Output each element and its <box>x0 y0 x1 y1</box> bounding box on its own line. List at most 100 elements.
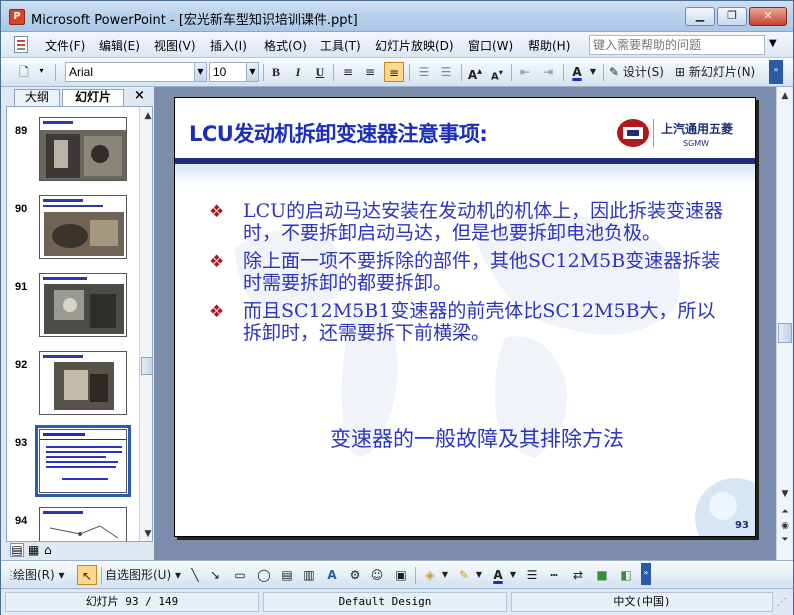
line-icon[interactable]: ╲ <box>187 565 203 585</box>
bullets-icon[interactable]: ☰ <box>437 62 455 82</box>
picture-icon[interactable]: ▣ <box>393 565 409 585</box>
shadow-icon[interactable]: ■ <box>593 565 611 585</box>
toolbar-options-icon[interactable]: » <box>641 563 651 585</box>
italic-button[interactable]: I <box>289 62 307 82</box>
decrease-font-icon[interactable]: A▾ <box>488 62 506 82</box>
slide-thumbnail-item[interactable]: 94 <box>11 505 131 541</box>
slideshow-icon[interactable]: ⌂ <box>44 543 52 557</box>
menu-format[interactable]: 格式(O) <box>264 37 307 54</box>
scroll-down-icon[interactable]: ▼ <box>778 487 792 501</box>
font-name-dropdown[interactable]: ▼ <box>194 62 207 82</box>
scroll-up-icon[interactable]: ▲ <box>141 109 152 123</box>
dash-style-icon[interactable]: ┅ <box>545 565 563 585</box>
slide-thumbnail-item[interactable]: 91 <box>11 271 131 339</box>
font-color-icon[interactable]: A <box>489 565 507 585</box>
slide-nav-icon[interactable]: ◉ <box>778 519 792 533</box>
menu-view[interactable]: 视图(V) <box>154 37 196 54</box>
scrollbar-thumb[interactable] <box>778 323 792 343</box>
slide-thumbnail-item[interactable]: 93 <box>11 425 131 497</box>
slide-thumbnail-item[interactable]: 92 <box>11 349 131 417</box>
autoshapes-button[interactable]: 自选图形(U) ▾ <box>105 565 183 585</box>
increase-indent-icon[interactable]: ⇥ <box>539 62 557 82</box>
underline-button[interactable]: U <box>311 62 329 82</box>
bullet-list[interactable]: ❖ LCU的启动马达安装在发动机的机体上，因此拆装变速器时，不要拆卸启动马达，但… <box>209 200 729 350</box>
slide-thumbnail[interactable] <box>39 117 127 181</box>
tab-outline[interactable]: 大纲 <box>14 89 60 106</box>
powerpoint-icon[interactable]: P <box>9 9 25 25</box>
toolbar-options-icon[interactable]: » <box>769 60 783 84</box>
resize-grip-icon[interactable]: ⋰ <box>777 597 787 608</box>
close-pane-icon[interactable]: × <box>134 88 145 103</box>
slide-thumbnail-item[interactable]: 89 <box>11 115 131 183</box>
align-center-icon[interactable]: ≡ <box>361 62 379 82</box>
menu-tools[interactable]: 工具(T) <box>320 37 361 54</box>
next-slide-icon[interactable]: ⏷ <box>778 533 792 547</box>
scroll-up-icon[interactable]: ▲ <box>778 89 792 103</box>
chevron-down-icon[interactable]: ▼ <box>769 38 777 49</box>
increase-font-icon[interactable]: A▴ <box>466 62 484 82</box>
font-size-dropdown[interactable]: ▼ <box>246 62 259 82</box>
menu-window[interactable]: 窗口(W) <box>468 37 513 54</box>
decrease-indent-icon[interactable]: ⇤ <box>516 62 534 82</box>
slide-subtitle[interactable]: 变速器的一般故障及其排除方法 <box>330 423 624 453</box>
draw-menu-button[interactable]: 绘图(R) ▾ <box>13 565 73 585</box>
normal-view-icon[interactable]: ▤ <box>10 543 24 557</box>
editor-scrollbar[interactable]: ▲ ▼ ⏶ ◉ ⏷ <box>776 87 792 560</box>
chevron-down-icon[interactable]: ▼ <box>588 62 598 82</box>
scrollbar-thumb[interactable] <box>141 357 152 375</box>
line-style-icon[interactable]: ☰ <box>523 565 541 585</box>
textbox-icon[interactable]: ▤ <box>279 565 295 585</box>
new-slide-button[interactable]: ⊞ 新幻灯片(N) <box>675 62 765 82</box>
restore-button[interactable]: ❐ <box>717 7 747 26</box>
arrow-icon[interactable]: ↘ <box>207 565 223 585</box>
slide-sorter-icon[interactable]: ▦ <box>28 543 39 557</box>
slide-thumbnail[interactable] <box>39 507 127 541</box>
font-color-icon[interactable]: A <box>568 62 586 82</box>
select-pointer-icon[interactable]: ↖ <box>77 565 97 585</box>
chevron-down-icon[interactable]: ▾ <box>35 62 48 82</box>
bold-button[interactable]: B <box>267 62 285 82</box>
scroll-down-icon[interactable]: ▼ <box>141 527 152 541</box>
slide-title[interactable]: LCU发动机拆卸变速器注意事项: <box>189 118 488 148</box>
help-search-input[interactable]: 键入需要帮助的问题 <box>589 35 765 55</box>
close-button[interactable]: ✕ <box>749 7 787 26</box>
align-left-icon[interactable]: ≡ <box>339 62 357 82</box>
menu-slideshow[interactable]: 幻灯片放映(D) <box>375 37 454 54</box>
chevron-down-icon[interactable]: ▼ <box>475 565 483 585</box>
oval-icon[interactable]: ◯ <box>255 565 273 585</box>
slide-thumbnail-selected[interactable] <box>35 425 131 497</box>
3d-style-icon[interactable]: ◧ <box>617 565 635 585</box>
menu-help[interactable]: 帮助(H) <box>528 37 570 54</box>
font-size-field[interactable]: 10 <box>209 62 247 82</box>
slide-thumbnail-item[interactable]: 90 <box>11 193 131 261</box>
line-color-icon[interactable]: ✎ <box>455 565 473 585</box>
fill-color-icon[interactable]: ◈ <box>421 565 439 585</box>
arrow-style-icon[interactable]: ⇄ <box>569 565 587 585</box>
slide-thumbnail[interactable] <box>39 195 127 259</box>
slide-canvas[interactable]: LCU发动机拆卸变速器注意事项: 上汽通用五菱 SGMW ❖ LCU的启动马达安… <box>174 97 756 537</box>
vertical-textbox-icon[interactable]: ▥ <box>301 565 317 585</box>
menu-edit[interactable]: 编辑(E) <box>99 37 140 54</box>
align-right-icon[interactable]: ≡ <box>384 62 404 82</box>
tab-slides[interactable]: 幻灯片 <box>62 89 124 106</box>
slides-pane-scrollbar[interactable]: ▲ ▼ <box>139 107 152 541</box>
new-document-icon[interactable]: 🗋 <box>15 62 33 82</box>
wordart-icon[interactable]: A <box>323 565 341 585</box>
minimize-button[interactable]: ▁ <box>685 7 715 26</box>
design-button[interactable]: ✎ 设计(S) <box>609 62 671 82</box>
menu-file[interactable]: 文件(F) <box>45 37 85 54</box>
menu-insert[interactable]: 插入(I) <box>210 37 247 54</box>
numbering-icon[interactable]: ☰ <box>415 62 433 82</box>
rectangle-icon[interactable]: ▭ <box>231 565 249 585</box>
previous-slide-icon[interactable]: ⏶ <box>778 505 792 519</box>
slide-thumbnail[interactable] <box>39 273 127 337</box>
slide-thumbnail[interactable] <box>39 351 127 415</box>
clipart-icon[interactable]: ☺ <box>369 565 385 585</box>
document-icon[interactable] <box>14 36 28 53</box>
design-template-status[interactable]: Default Design <box>263 592 507 612</box>
chevron-down-icon[interactable]: ▼ <box>509 565 517 585</box>
chevron-down-icon[interactable]: ▼ <box>441 565 449 585</box>
diagram-icon[interactable]: ⚙ <box>347 565 363 585</box>
font-name-field[interactable]: Arial <box>65 62 195 82</box>
toolbar-separator <box>409 64 410 81</box>
